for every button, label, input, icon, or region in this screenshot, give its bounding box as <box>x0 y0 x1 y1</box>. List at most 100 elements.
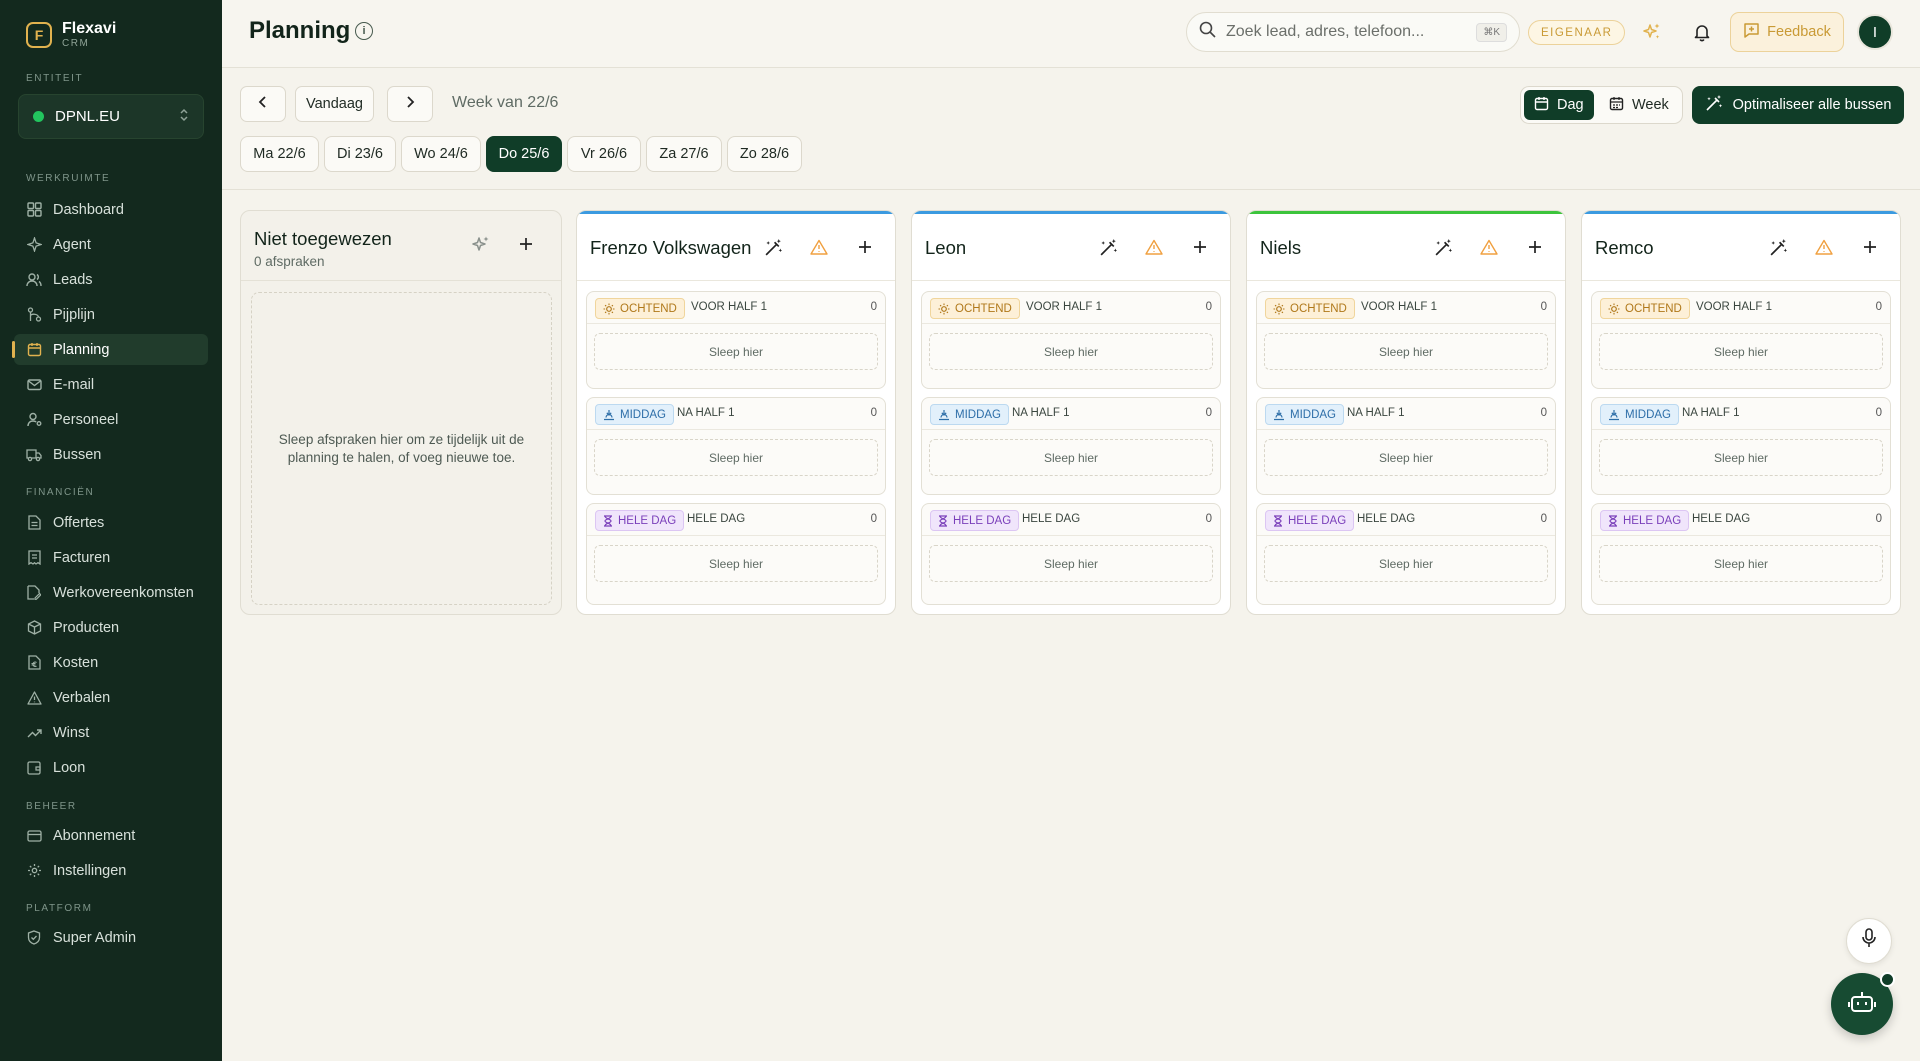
sidebar-item-dashboard[interactable]: Dashboard <box>14 194 208 225</box>
sparkles-icon[interactable] <box>471 235 491 260</box>
search-input[interactable] <box>1226 23 1477 41</box>
slot-dropzone[interactable]: Sleep hier <box>594 439 878 476</box>
warning-icon[interactable] <box>807 235 831 259</box>
slot-dropzone[interactable]: Sleep hier <box>1599 333 1883 370</box>
slot-middag: MIDDAG NA HALF 1 0 Sleep hier <box>1591 397 1891 495</box>
slot-dropzone[interactable]: Sleep hier <box>1599 439 1883 476</box>
bus-name: Niels <box>1260 237 1302 258</box>
sidebar-item-loon[interactable]: Loon <box>14 752 208 783</box>
day-tab-wed[interactable]: Wo 24/6 <box>401 136 481 172</box>
optimize-all-buses-button[interactable]: Optimaliseer alle bussen <box>1692 86 1904 124</box>
sidebar-item-pijplijn[interactable]: Pijplijn <box>14 299 208 330</box>
sidebar-item-super-admin[interactable]: Super Admin <box>14 922 208 953</box>
shield-icon <box>26 930 42 946</box>
avatar[interactable]: I <box>1857 14 1893 50</box>
status-dot-icon <box>33 111 44 122</box>
sidebar-item-personeel[interactable]: Personeel <box>14 404 208 435</box>
sidebar-item-werkovereenkomsten[interactable]: Werkovereenkomsten <box>14 577 208 608</box>
sidebar-item-leads[interactable]: Leads <box>14 264 208 295</box>
brand-sub: CRM <box>62 38 90 49</box>
warning-icon[interactable] <box>1142 235 1166 259</box>
sidebar-item-offertes[interactable]: Offertes <box>14 507 208 538</box>
sidebar-item-label: Leads <box>53 271 93 288</box>
trending-up-icon <box>26 725 42 741</box>
slot-dropzone[interactable]: Sleep hier <box>929 545 1213 582</box>
sidebar-item-email[interactable]: E-mail <box>14 369 208 400</box>
sidebar-item-label: Personeel <box>53 411 119 428</box>
day-tab-mon[interactable]: Ma 22/6 <box>240 136 319 172</box>
microphone-button[interactable] <box>1846 918 1892 964</box>
prev-week-button[interactable] <box>240 86 286 122</box>
magic-wand-icon[interactable] <box>1431 235 1455 259</box>
day-tab-thu[interactable]: Do 25/6 <box>486 136 562 172</box>
hourglass-icon <box>1273 514 1283 527</box>
warning-icon[interactable] <box>1477 235 1501 259</box>
add-icon[interactable] <box>518 236 534 257</box>
sidebar-item-producten[interactable]: Producten <box>14 612 208 643</box>
unassigned-column: Niet toegewezen 0 afspraken Sleep afspra… <box>240 210 562 615</box>
slot-header: MIDDAG NA HALF 1 0 <box>1592 398 1890 430</box>
magic-wand-icon[interactable] <box>1766 235 1790 259</box>
magic-wand-icon[interactable] <box>1096 235 1120 259</box>
view-week-button[interactable]: Week <box>1599 90 1679 120</box>
sidebar-item-label: Winst <box>53 724 90 741</box>
slot-count: 0 <box>1875 513 1882 525</box>
add-icon[interactable] <box>853 235 877 259</box>
sidebar-item-verbalen[interactable]: Verbalen <box>14 682 208 713</box>
info-icon[interactable]: i <box>355 22 373 40</box>
slot-dropzone[interactable]: Sleep hier <box>1264 545 1548 582</box>
sidebar: F Flexavi CRM ENTITEIT DPNL.EU WERKRUIMT… <box>0 0 222 1061</box>
sidebar-item-kosten[interactable]: Kosten <box>14 647 208 678</box>
bus-column: Niels OCHTEND VOOR HALF 1 0 Sleep hier M… <box>1246 210 1566 615</box>
sidebar-item-abonnement[interactable]: Abonnement <box>14 820 208 851</box>
assistant-bot-button[interactable] <box>1831 972 1895 1035</box>
today-button[interactable]: Vandaag <box>295 86 374 122</box>
sunset-icon <box>1273 409 1285 421</box>
entity-selector[interactable]: DPNL.EU <box>18 94 204 139</box>
search-box[interactable]: ⌘K <box>1186 12 1520 52</box>
day-tab-tue[interactable]: Di 23/6 <box>324 136 396 172</box>
day-tab-fri[interactable]: Vr 26/6 <box>567 136 641 172</box>
slot-dropzone[interactable]: Sleep hier <box>929 333 1213 370</box>
wallet-icon <box>26 760 42 776</box>
sidebar-item-bussen[interactable]: Bussen <box>14 439 208 470</box>
slot-count: 0 <box>870 513 877 525</box>
sidebar-item-planning[interactable]: Planning <box>12 334 208 365</box>
view-day-label: Dag <box>1557 97 1584 113</box>
unassigned-dropzone[interactable]: Sleep afspraken hier om ze tijdelijk uit… <box>251 292 552 605</box>
sidebar-item-label: Agent <box>53 236 91 253</box>
day-tab-sun[interactable]: Zo 28/6 <box>727 136 802 172</box>
feedback-button[interactable]: Feedback <box>1730 12 1844 52</box>
next-week-button[interactable] <box>387 86 433 122</box>
bell-icon[interactable] <box>1690 20 1714 44</box>
sidebar-item-instellingen[interactable]: Instellingen <box>14 855 208 886</box>
sidebar-item-winst[interactable]: Winst <box>14 717 208 748</box>
sparkles-icon[interactable] <box>1640 20 1664 44</box>
alert-triangle-icon <box>26 690 42 706</box>
section-beheer: BEHEER <box>26 801 77 812</box>
slot-dropzone[interactable]: Sleep hier <box>1599 545 1883 582</box>
slot-dropzone[interactable]: Sleep hier <box>1264 333 1548 370</box>
slot-badge: HELE DAG <box>595 510 685 531</box>
magic-wand-icon <box>1705 94 1723 116</box>
sidebar-item-label: Verbalen <box>53 689 111 706</box>
calendar-range-icon <box>1609 96 1624 115</box>
slot-dropzone[interactable]: Sleep hier <box>929 439 1213 476</box>
add-icon[interactable] <box>1523 235 1547 259</box>
slot-count: 0 <box>1205 407 1212 419</box>
sidebar-item-agent[interactable]: Agent <box>14 229 208 260</box>
warning-icon[interactable] <box>1812 235 1836 259</box>
slot-dropzone[interactable]: Sleep hier <box>594 333 878 370</box>
brand[interactable]: F Flexavi CRM <box>26 20 116 49</box>
sidebar-item-facturen[interactable]: Facturen <box>14 542 208 573</box>
view-day-button[interactable]: Dag <box>1524 90 1594 120</box>
day-tab-sat[interactable]: Za 27/6 <box>646 136 722 172</box>
slot-dropzone[interactable]: Sleep hier <box>594 545 878 582</box>
add-icon[interactable] <box>1858 235 1882 259</box>
search-icon <box>1199 21 1216 43</box>
magic-wand-icon[interactable] <box>761 235 785 259</box>
add-icon[interactable] <box>1188 235 1212 259</box>
slot-dropzone[interactable]: Sleep hier <box>1264 439 1548 476</box>
slot-badge-label: OCHTEND <box>620 302 677 315</box>
role-badge: EIGENAAR <box>1528 20 1626 45</box>
